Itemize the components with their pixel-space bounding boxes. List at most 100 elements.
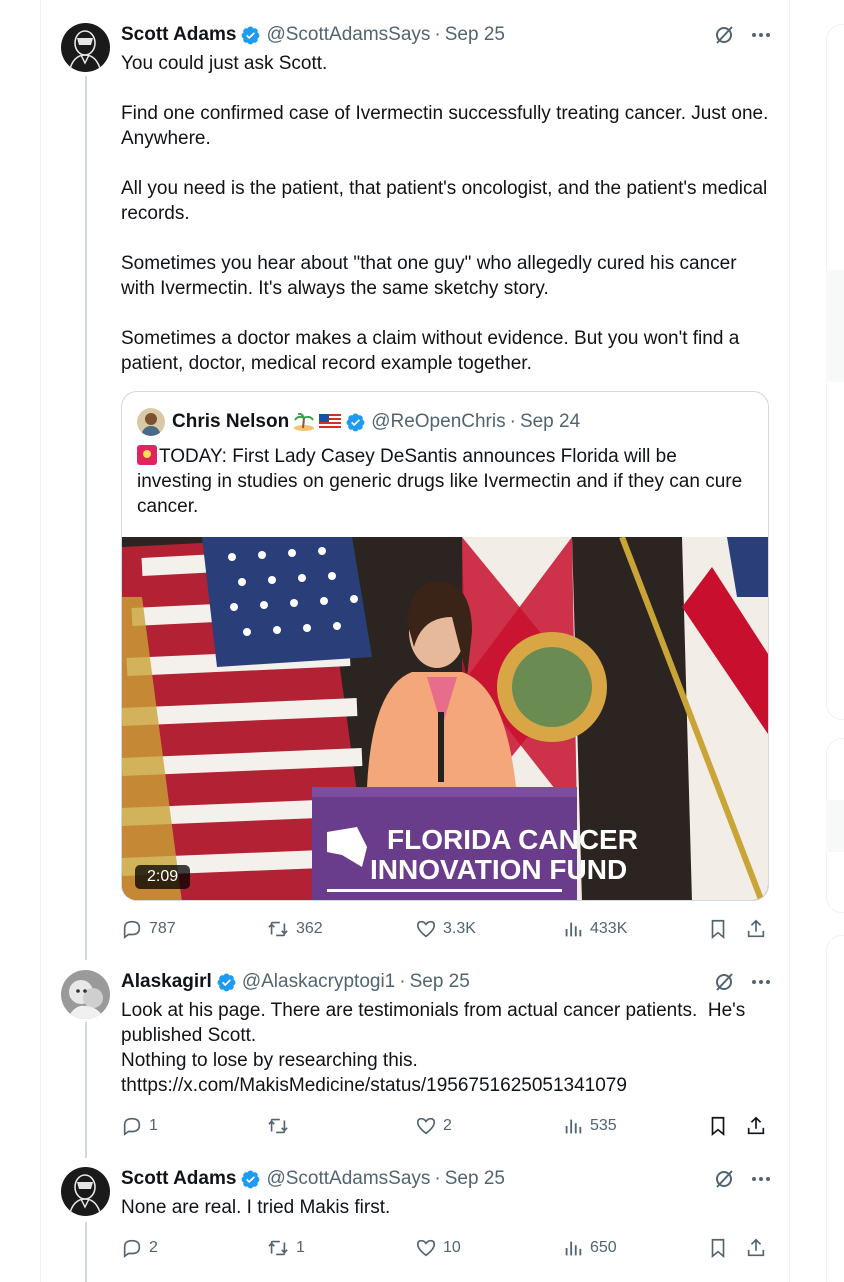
quoted-author-handle[interactable]: @ReOpenChris <box>371 411 505 433</box>
retweet-button[interactable] <box>266 1114 296 1138</box>
heart-icon <box>416 920 436 938</box>
video-thumbnail: FLORIDA CANCER INNOVATION FUND <box>122 535 768 900</box>
bookmark-button[interactable] <box>707 1114 729 1138</box>
retweet-icon <box>268 921 288 937</box>
author-name[interactable]: Alaskagirl <box>121 971 212 993</box>
grok-icon[interactable] <box>712 970 736 994</box>
author-name[interactable]: Scott Adams <box>121 1168 236 1190</box>
tweet-text: You could just ask Scott. Find one confi… <box>121 53 769 374</box>
like-button[interactable]: 10 <box>415 1236 461 1260</box>
share-button[interactable] <box>745 1114 767 1138</box>
reply-icon <box>123 1239 141 1258</box>
share-icon <box>747 1238 765 1257</box>
separator: · <box>399 971 406 992</box>
view-count: 650 <box>590 1239 617 1256</box>
quoted-tweet-header: Chris Nelson @ReOpenChris · Sep 24 <box>137 408 580 436</box>
reply-icon <box>123 920 141 939</box>
views-button[interactable]: 650 <box>562 1236 617 1260</box>
verified-badge-icon <box>217 973 236 991</box>
sidebar-panel-3 <box>826 935 844 1282</box>
tweet-date[interactable]: Sep 25 <box>445 24 505 46</box>
author-handle[interactable]: @Alaskacryptogi1 <box>242 971 395 993</box>
quoted-tweet[interactable]: Chris Nelson @ReOpenChris · Sep 24 TODAY… <box>121 391 769 901</box>
tweet-header: Scott Adams @ScottAdamsSays · Sep 25 <box>121 23 505 47</box>
more-options-icon[interactable] <box>750 1167 772 1191</box>
author-handle[interactable]: @ScottAdamsSays <box>266 1168 430 1190</box>
separator: · <box>434 1168 441 1189</box>
siren-emoji-icon <box>137 445 157 465</box>
reply-button[interactable]: 1 <box>121 1114 158 1138</box>
share-icon <box>747 1116 765 1135</box>
podium-line-1: FLORIDA CANCER <box>387 824 638 855</box>
views-icon <box>565 922 582 937</box>
video-duration: 2:09 <box>135 865 191 889</box>
reply-button[interactable]: 2 <box>121 1236 158 1260</box>
views-icon <box>565 1241 582 1256</box>
views-button[interactable]: 535 <box>562 1114 617 1138</box>
like-count: 3.3K <box>443 920 476 937</box>
bookmark-button[interactable] <box>707 1236 729 1260</box>
more-options-icon[interactable] <box>750 23 772 47</box>
more-options-icon[interactable] <box>750 970 772 994</box>
like-count: 10 <box>443 1239 461 1256</box>
share-icon <box>747 919 765 938</box>
tweet-actions: 2 1 10 650 <box>121 1236 771 1260</box>
tweet-text: Look at his page. There are testimonials… <box>121 1000 746 1096</box>
retweet-icon <box>268 1118 288 1134</box>
like-button[interactable]: 3.3K <box>415 917 476 941</box>
us-flag-emoji-icon <box>319 414 342 430</box>
reply-icon <box>123 1117 141 1136</box>
retweet-button[interactable]: 1 <box>266 1236 305 1260</box>
quoted-tweet-body: TODAY: First Lady Casey DeSantis announc… <box>137 446 743 517</box>
reply-count: 787 <box>149 920 176 937</box>
bookmark-icon <box>711 1238 725 1259</box>
tweet-header: Alaskagirl @Alaskacryptogi1 · Sep 25 <box>121 970 470 994</box>
quoted-tweet-date[interactable]: Sep 24 <box>520 411 580 433</box>
tweet-header-icons <box>712 1167 772 1191</box>
retweet-icon <box>268 1240 288 1256</box>
tweet-text: None are real. I tried Makis first. <box>121 1197 391 1218</box>
tweet-date[interactable]: Sep 25 <box>445 1168 505 1190</box>
author-name[interactable]: Scott Adams <box>121 24 236 46</box>
tweet-actions: 787 362 3.3K 433K <box>121 917 771 941</box>
separator: · <box>434 24 441 45</box>
view-count: 433K <box>590 920 628 937</box>
verified-badge-icon <box>346 413 365 431</box>
tweet-actions: 1 2 535 <box>121 1114 771 1138</box>
quoted-avatar[interactable] <box>137 408 165 436</box>
share-button[interactable] <box>745 1236 767 1260</box>
video-player[interactable]: FLORIDA CANCER INNOVATION FUND 2:09 <box>122 535 768 900</box>
tweet-date[interactable]: Sep 25 <box>410 971 470 993</box>
grok-icon[interactable] <box>712 1167 736 1191</box>
avatar[interactable] <box>61 970 110 1019</box>
retweet-button[interactable]: 362 <box>266 917 323 941</box>
view-count: 535 <box>590 1117 617 1134</box>
views-icon <box>565 1119 582 1134</box>
reply-count: 2 <box>149 1239 158 1256</box>
views-button[interactable]: 433K <box>562 917 627 941</box>
share-button[interactable] <box>745 917 767 941</box>
bookmark-icon <box>711 919 725 940</box>
tweet-header-icons <box>712 970 772 994</box>
heart-icon <box>416 1117 436 1135</box>
tweet-header: Scott Adams @ScottAdamsSays · Sep 25 <box>121 1167 505 1191</box>
island-emoji-icon <box>294 413 315 431</box>
podium-line-2: INNOVATION FUND <box>370 854 627 885</box>
avatar[interactable] <box>61 1167 110 1216</box>
quoted-tweet-text: TODAY: First Lady Casey DeSantis announc… <box>137 444 757 519</box>
grok-icon[interactable] <box>712 23 736 47</box>
bookmark-button[interactable] <box>707 917 729 941</box>
like-count: 2 <box>443 1117 452 1134</box>
tweet-header-icons <box>712 23 772 47</box>
verified-badge-icon <box>241 26 260 44</box>
avatar[interactable] <box>61 23 110 72</box>
reply-button[interactable]: 787 <box>121 917 176 941</box>
verified-badge-icon <box>241 1170 260 1188</box>
retweet-count: 362 <box>296 920 323 937</box>
reply-count: 1 <box>149 1117 158 1134</box>
heart-icon <box>416 1239 436 1257</box>
like-button[interactable]: 2 <box>415 1114 452 1138</box>
thread-connector <box>85 1022 87 1158</box>
author-handle[interactable]: @ScottAdamsSays <box>266 24 430 46</box>
quoted-author-name[interactable]: Chris Nelson <box>172 411 289 433</box>
